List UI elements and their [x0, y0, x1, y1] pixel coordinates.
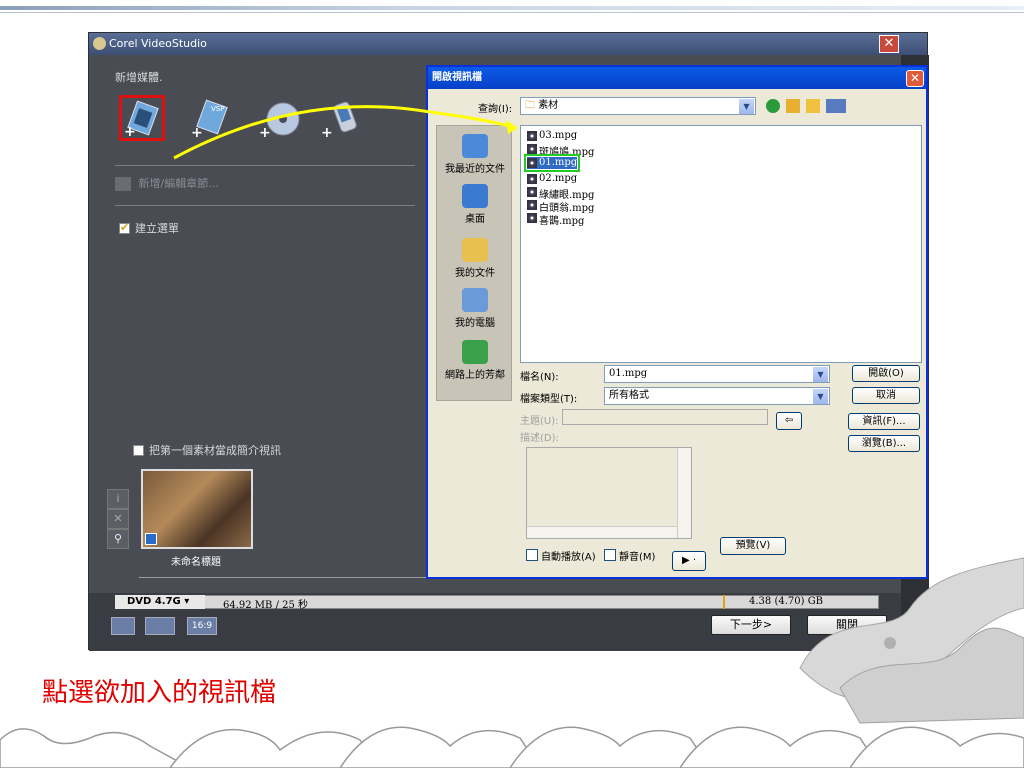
arrowhead-icon	[506, 120, 518, 134]
slide-caption: 點選欲加入的視訊檔	[42, 678, 277, 708]
annotation-arrow-path	[173, 105, 517, 160]
wave-decoration	[0, 726, 1024, 768]
dragon-decoration	[799, 557, 1024, 724]
